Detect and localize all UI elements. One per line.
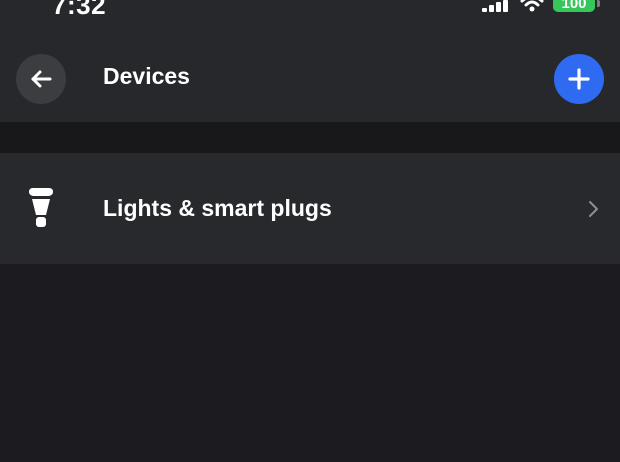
list-item-lights-smart-plugs[interactable]: Lights & smart plugs [0, 153, 620, 264]
top-bar: 7:32 100 Devices [0, 0, 620, 122]
smart-bulb-icon [29, 188, 53, 227]
page-title: Devices [103, 63, 190, 89]
wifi-icon [520, 0, 544, 12]
battery-indicator: 100 [553, 0, 595, 12]
status-time: 7:32 [52, 0, 107, 20]
section-gap [0, 122, 620, 153]
back-button[interactable] [16, 54, 66, 104]
add-device-button[interactable] [554, 54, 604, 104]
arrow-left-icon [31, 70, 52, 88]
list-item-label: Lights & smart plugs [103, 195, 332, 221]
devices-screen: 7:32 100 Devices Lights & smart plugs [0, 0, 620, 462]
battery-tip [597, 0, 600, 7]
cellular-signal-icon [482, 0, 508, 12]
chevron-right-icon [589, 201, 598, 217]
empty-content-area [0, 264, 620, 462]
plus-icon [568, 68, 590, 90]
